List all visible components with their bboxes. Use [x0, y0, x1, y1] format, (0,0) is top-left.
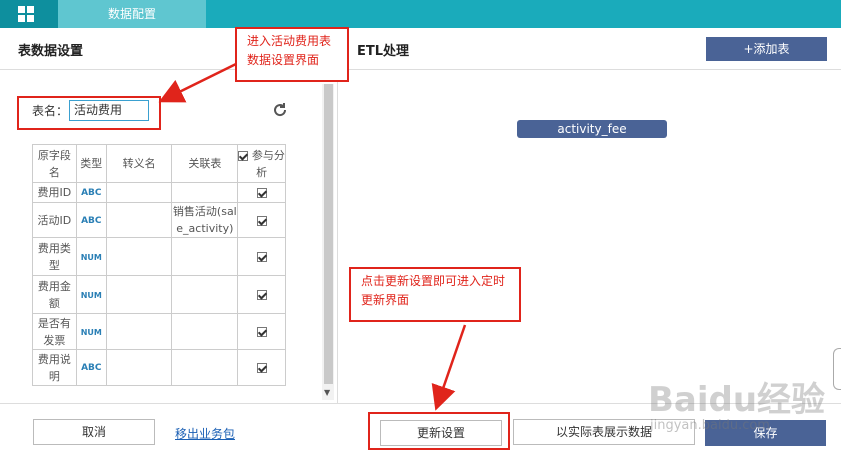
- annotation-arrows: [158, 62, 467, 411]
- arrow-1: [158, 62, 237, 103]
- arrow-2: [431, 324, 467, 411]
